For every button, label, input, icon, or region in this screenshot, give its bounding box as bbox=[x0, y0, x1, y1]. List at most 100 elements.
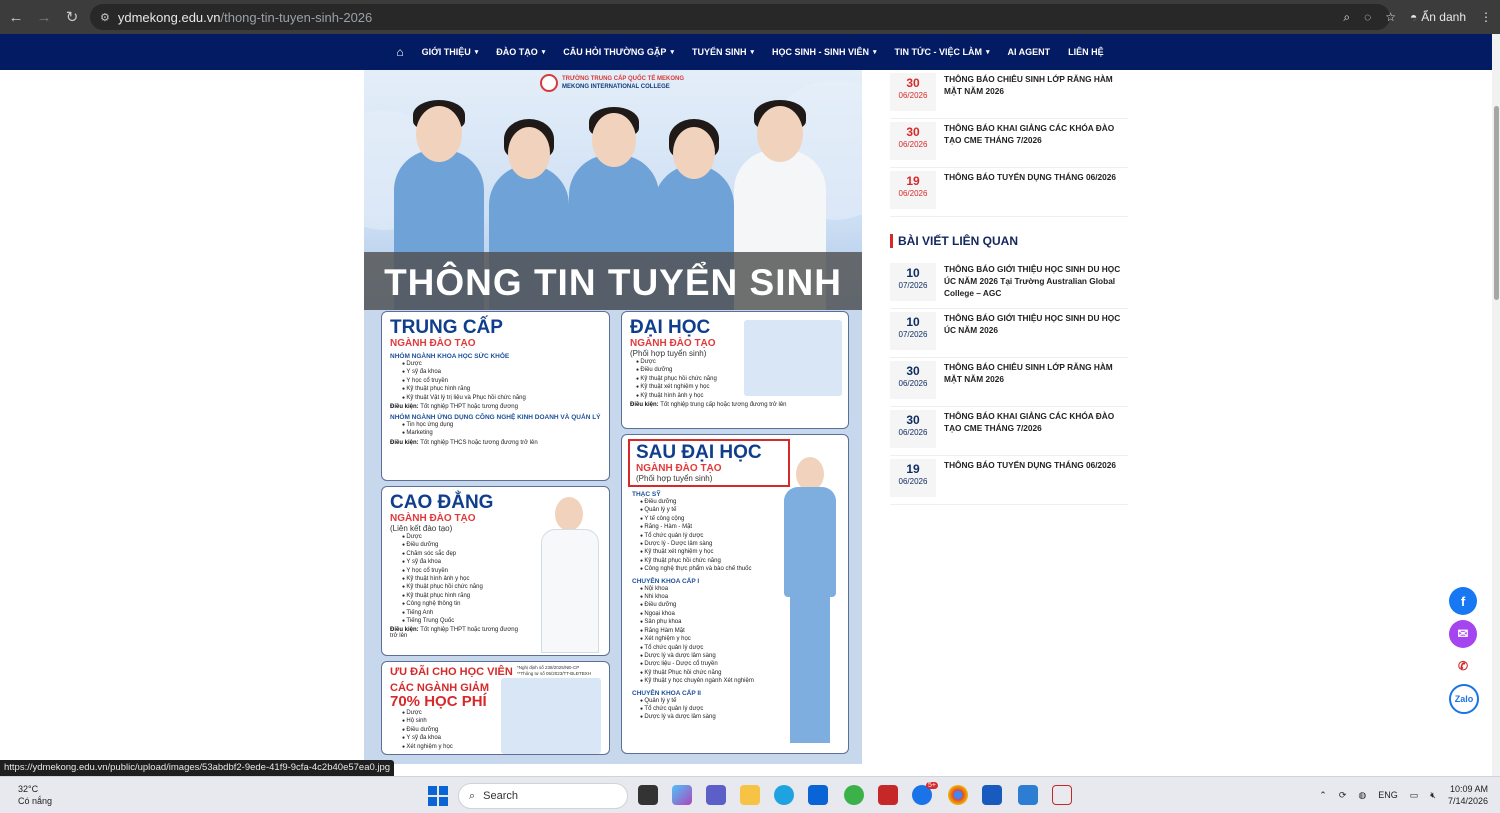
zoom-icon[interactable]: ⌕ bbox=[1343, 10, 1350, 25]
mcafee-icon[interactable] bbox=[878, 785, 898, 805]
photos-icon[interactable] bbox=[1018, 785, 1038, 805]
card-group: NHÓM NGÀNH ỨNG DỤNG CÔNG NGHỆ KINH DOANH… bbox=[390, 414, 601, 422]
word-icon[interactable] bbox=[982, 785, 1002, 805]
card-dai-hoc: ĐẠI HỌC NGÀNH ĐÀO TẠO (Phối hợp tuyển si… bbox=[621, 311, 849, 429]
card-group: NHÓM NGÀNH KHOA HỌC SỨC KHỎE bbox=[390, 353, 510, 360]
weather-widget[interactable]: 32°C Có nắng bbox=[18, 783, 52, 807]
nav-hoc-sinh[interactable]: HỌC SINH - SINH VIÊN ▾ bbox=[763, 47, 886, 57]
news-item[interactable]: 30 06/2026 THÔNG BÁO CHIÊU SINH LỚP RĂNG … bbox=[890, 70, 1128, 119]
nav-gioi-thieu[interactable]: GIỚI THIỆU ▾ bbox=[413, 47, 488, 57]
date-day: 30 bbox=[906, 125, 920, 139]
forward-icon[interactable]: → bbox=[30, 3, 58, 31]
facebook-icon[interactable]: f bbox=[1449, 587, 1477, 615]
copilot-icon[interactable] bbox=[672, 785, 692, 805]
windows-start-icon[interactable] bbox=[428, 786, 448, 806]
search-placeholder: Search bbox=[483, 790, 519, 802]
related-item[interactable]: 10 07/2026 THÔNG BÁO GIỚI THIỆU HỌC SINH … bbox=[890, 309, 1128, 358]
nav-cau-hoi[interactable]: CÂU HỎI THƯỜNG GẶP ▾ bbox=[554, 47, 683, 57]
home-icon[interactable]: ⌂ bbox=[387, 45, 412, 59]
language-indicator[interactable]: ENG bbox=[1378, 790, 1398, 800]
nav-dao-tao[interactable]: ĐÀO TẠO ▾ bbox=[487, 47, 554, 57]
incognito-button[interactable]: ◓ Ẩn danh bbox=[1410, 10, 1466, 24]
related-title[interactable]: THÔNG BÁO GIỚI THIỆU HỌC SINH DU HỌC ÚC … bbox=[944, 263, 1124, 299]
snipping-tool-icon[interactable] bbox=[1052, 785, 1072, 805]
chevron-up-icon[interactable]: ⌃ bbox=[1319, 790, 1327, 801]
chevron-down-icon: ▾ bbox=[985, 49, 990, 56]
weather-desc: Có nắng bbox=[18, 796, 53, 806]
course-item: Y học cổ truyền bbox=[402, 377, 601, 385]
related-item[interactable]: 10 07/2026 THÔNG BÁO GIỚI THIỆU HỌC SINH … bbox=[890, 260, 1128, 309]
nav-tuyen-sinh[interactable]: TUYỂN SINH ▾ bbox=[683, 47, 763, 57]
site-info-icon[interactable]: ⚙ bbox=[100, 11, 110, 24]
course-item: Y sỹ đa khoa bbox=[402, 368, 601, 376]
volume-mute-icon[interactable]: 🔇︎ bbox=[1430, 790, 1436, 801]
date-month: 07/2026 bbox=[898, 281, 928, 290]
card-heading: SAU ĐẠI HỌC bbox=[636, 442, 762, 463]
news-item[interactable]: 19 06/2026 THÔNG BÁO TUYỂN DỤNG THÁNG 06/… bbox=[890, 168, 1128, 217]
app-icon[interactable] bbox=[844, 785, 864, 805]
zalo-icon[interactable]: Zalo bbox=[1449, 684, 1479, 714]
address-bar[interactable]: ⚙ ydmekong.edu.vn/thong-tin-tuyen-sinh-2… bbox=[90, 4, 1390, 30]
news-item[interactable]: 30 06/2026 THÔNG BÁO KHAI GIẢNG CÁC KHÓA … bbox=[890, 119, 1128, 168]
cond-text: Tốt nghiệp THPT hoặc tương đương bbox=[420, 404, 518, 411]
students-photo bbox=[501, 678, 601, 754]
search-icon: ⌕ bbox=[469, 789, 476, 802]
news-title[interactable]: THÔNG BÁO CHIÊU SINH LỚP RĂNG HÀM MẶT NĂ… bbox=[944, 73, 1124, 97]
card-cao-dang: CAO ĐẲNG NGÀNH ĐÀO TẠO (Liên kết đào tạo… bbox=[381, 486, 610, 656]
nav-tin-tuc[interactable]: TIN TỨC - VIỆC LÀM ▾ bbox=[886, 47, 999, 57]
menu-dots-icon[interactable]: ⋮ bbox=[1480, 10, 1492, 24]
chrome-icon[interactable] bbox=[948, 785, 968, 805]
related-title[interactable]: THÔNG BÁO CHIÊU SINH LỚP RĂNG HÀM MẶT NĂ… bbox=[944, 361, 1124, 385]
bookmark-star-icon[interactable]: ☆ bbox=[1385, 10, 1396, 24]
eye-off-icon[interactable]: ◌ bbox=[1364, 10, 1371, 24]
date-badge: 30 06/2026 bbox=[890, 73, 936, 111]
news-title[interactable]: THÔNG BÁO TUYỂN DỤNG THÁNG 06/2026 bbox=[944, 171, 1124, 183]
display-icon[interactable]: ▭ bbox=[1410, 790, 1419, 801]
sidebar-top-news: 30 06/2026 THÔNG BÁO CHIÊU SINH LỚP RĂNG … bbox=[890, 70, 1128, 217]
related-title[interactable]: THÔNG BÁO TUYỂN DỤNG THÁNG 06/2026 bbox=[944, 459, 1124, 471]
reload-icon[interactable]: ↻ bbox=[58, 3, 86, 31]
logo-line2: MEKONG INTERNATIONAL COLLEGE bbox=[562, 84, 670, 90]
card-condition: Điều kiện: Tốt nghiệp THPT hoặc tương đư… bbox=[390, 404, 601, 410]
card-sau-dai-hoc: SAU ĐẠI HỌC NGÀNH ĐÀO TẠO (Phối hợp tuyể… bbox=[621, 434, 849, 754]
clock[interactable]: 10:09 AM 7/14/2026 bbox=[1448, 783, 1488, 807]
nav-lien-he[interactable]: LIÊN HỆ bbox=[1059, 47, 1113, 57]
store-icon[interactable] bbox=[808, 785, 828, 805]
news-title[interactable]: THÔNG BÁO KHAI GIẢNG CÁC KHÓA ĐÀO TẠO CM… bbox=[944, 122, 1124, 146]
course-item: Kỹ thuật phục hình răng bbox=[402, 385, 601, 393]
messenger-icon[interactable]: ✉ bbox=[1449, 620, 1477, 648]
nav-ai-agent[interactable]: AI AGENT bbox=[999, 47, 1060, 57]
related-title[interactable]: THÔNG BÁO KHAI GIẢNG CÁC KHÓA ĐÀO TẠO CM… bbox=[944, 410, 1124, 434]
date-month: 06/2026 bbox=[898, 477, 928, 486]
related-item[interactable]: 30 06/2026 THÔNG BÁO KHAI GIẢNG CÁC KHÓA … bbox=[890, 407, 1128, 456]
related-item[interactable]: 30 06/2026 THÔNG BÁO CHIÊU SINH LỚP RĂNG … bbox=[890, 358, 1128, 407]
sync-icon[interactable]: ⟳ bbox=[1339, 790, 1347, 801]
main-navigation: ⌂ GIỚI THIỆU ▾ ĐÀO TẠO ▾ CÂU HỎI THƯỜNG GẶ… bbox=[0, 34, 1500, 70]
network-icon[interactable]: ◍ bbox=[1358, 790, 1366, 801]
related-item[interactable]: 19 06/2026 THÔNG BÁO TUYỂN DỤNG THÁNG 06/… bbox=[890, 456, 1128, 505]
school-logo: TRƯỜNG TRUNG CẤP QUỐC TẾ MEKONG MEKONG IN… bbox=[540, 74, 684, 92]
back-icon[interactable]: ← bbox=[2, 3, 30, 31]
card-paren: (Phối hợp tuyển sinh) bbox=[636, 474, 713, 483]
edge-icon[interactable] bbox=[774, 785, 794, 805]
note-text: **Thông tư số 05/2023/TT-BLĐTBXH bbox=[517, 671, 592, 676]
course-item: Marketing bbox=[402, 429, 601, 437]
admission-poster[interactable]: TRƯỜNG TRUNG CẤP QUỐC TẾ MEKONG MEKONG IN… bbox=[364, 70, 862, 764]
card-condition: Điều kiện: Tốt nghiệp trung cấp hoặc tươ… bbox=[630, 402, 840, 408]
file-explorer-icon[interactable] bbox=[740, 785, 760, 805]
poster-title: THÔNG TIN TUYỂN SINH bbox=[384, 262, 842, 303]
teams-icon[interactable] bbox=[706, 785, 726, 805]
task-view-icon[interactable] bbox=[638, 785, 658, 805]
scrollbar-thumb[interactable] bbox=[1494, 106, 1499, 300]
related-title[interactable]: THÔNG BÁO GIỚI THIỆU HỌC SINH DU HỌC ÚC … bbox=[944, 312, 1124, 336]
card-heading: TRUNG CẤP bbox=[390, 317, 503, 338]
logo-line1: TRƯỜNG TRUNG CẤP QUỐC TẾ MEKONG bbox=[562, 76, 684, 82]
phone-icon[interactable]: ✆ bbox=[1449, 652, 1477, 680]
date-month: 06/2026 bbox=[898, 189, 928, 198]
taskbar-search[interactable]: ⌕ Search bbox=[458, 783, 628, 809]
date-month: 06/2026 bbox=[898, 379, 928, 388]
date-badge: 30 06/2026 bbox=[890, 410, 936, 448]
nav-label: CÂU HỎI THƯỜNG GẶP bbox=[563, 47, 667, 57]
sidebar-related-posts: 10 07/2026 THÔNG BÁO GIỚI THIỆU HỌC SINH … bbox=[890, 260, 1128, 505]
card-sub: NGÀNH ĐÀO TẠO bbox=[636, 463, 722, 474]
